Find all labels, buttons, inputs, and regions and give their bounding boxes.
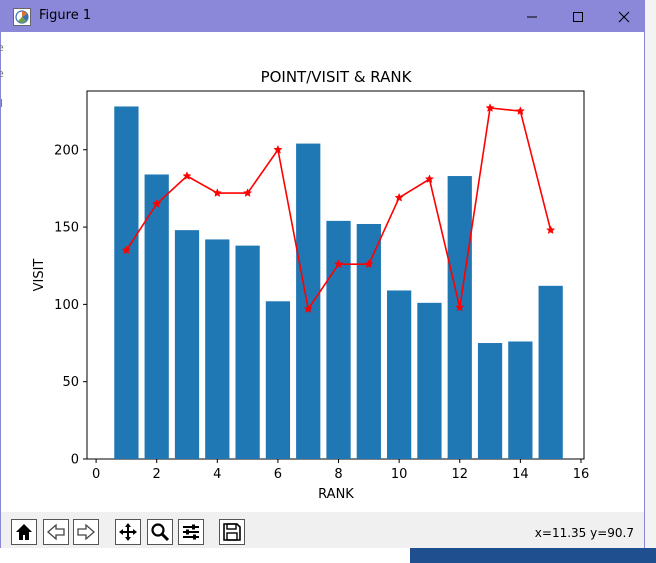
close-button[interactable]: [601, 1, 647, 32]
cursor-coordinates: x=11.35 y=90.7: [534, 526, 634, 540]
bar: [296, 143, 321, 460]
navigation-toolbar: x=11.35 y=90.7: [1, 512, 644, 548]
x-tick-label: 16: [573, 467, 590, 482]
bar: [538, 285, 563, 459]
bar: [326, 220, 351, 459]
title-bar[interactable]: Figure 1: [1, 1, 644, 32]
window-title: Figure 1: [39, 8, 92, 23]
line-point-marker: [212, 188, 222, 197]
x-tick-label: 2: [153, 467, 161, 482]
bar: [508, 341, 533, 459]
bar: [235, 245, 260, 459]
bar: [114, 106, 139, 459]
back-button[interactable]: [43, 519, 69, 545]
matplotlib-figure-icon: [13, 8, 31, 26]
forward-icon: [77, 523, 95, 541]
y-tick-label: 200: [54, 143, 79, 158]
bar: [174, 230, 200, 459]
bar: [205, 239, 230, 459]
configure-subplots-icon: [183, 524, 199, 540]
maximize-button[interactable]: [555, 1, 601, 32]
close-icon: [618, 11, 630, 22]
x-tick-label: 0: [92, 467, 100, 482]
chart: POINT/VISIT & RANK 0 2 4 6 8 10 12 14 16 0 50 100 1…: [32, 68, 590, 502]
bar: [477, 343, 503, 459]
y-axis-label: VISIT: [32, 259, 47, 292]
plot-canvas[interactable]: POINT/VISIT & RANK 0 2 4 6 8 10 12 14 16 0 50 100 1…: [1, 32, 644, 512]
x-tick-label: 6: [274, 467, 282, 482]
minimize-button[interactable]: [509, 1, 555, 32]
chart-title: POINT/VISIT & RANK: [261, 68, 413, 86]
y-tick-label: 0: [71, 453, 79, 468]
back-icon: [47, 523, 65, 541]
x-tick-label: 10: [391, 467, 408, 482]
x-tick-label: 12: [451, 467, 468, 482]
background-taskbar: [410, 548, 656, 563]
maximize-icon: [573, 11, 583, 22]
line-point-marker: [546, 225, 556, 235]
configure-subplots-button[interactable]: [178, 519, 204, 545]
save-button[interactable]: [219, 519, 245, 545]
y-tick-label: 50: [62, 375, 79, 390]
pan-icon: [119, 523, 137, 541]
bar: [387, 290, 412, 459]
background-text-fragment: e: [0, 41, 4, 54]
background-text-fragment: e: [0, 67, 4, 80]
bar: [265, 301, 291, 459]
x-axis-label: RANK: [318, 487, 354, 502]
bar: [417, 302, 442, 459]
save-icon: [223, 523, 241, 541]
bar: [447, 176, 472, 459]
x-tick-label: 8: [334, 467, 342, 482]
zoom-button[interactable]: [147, 519, 173, 545]
forward-button[interactable]: [73, 519, 99, 545]
background-window: [645, 0, 656, 563]
minimize-icon: [527, 16, 537, 17]
bar: [356, 223, 381, 459]
y-tick-label: 100: [54, 298, 79, 313]
figure-window: Figure 1 POINT/VISIT & RANK 0 2 4 6 8 10 12 14 1…: [0, 0, 645, 548]
y-tick-label: 150: [54, 221, 79, 236]
home-icon: [16, 524, 32, 540]
x-tick-label: 14: [512, 467, 529, 482]
line-point-marker: [394, 192, 404, 202]
pan-button[interactable]: [115, 519, 141, 545]
background-text-fragment: il: [0, 97, 4, 110]
home-button[interactable]: [11, 519, 37, 545]
zoom-icon: [151, 523, 170, 542]
x-tick-label: 4: [213, 467, 221, 482]
